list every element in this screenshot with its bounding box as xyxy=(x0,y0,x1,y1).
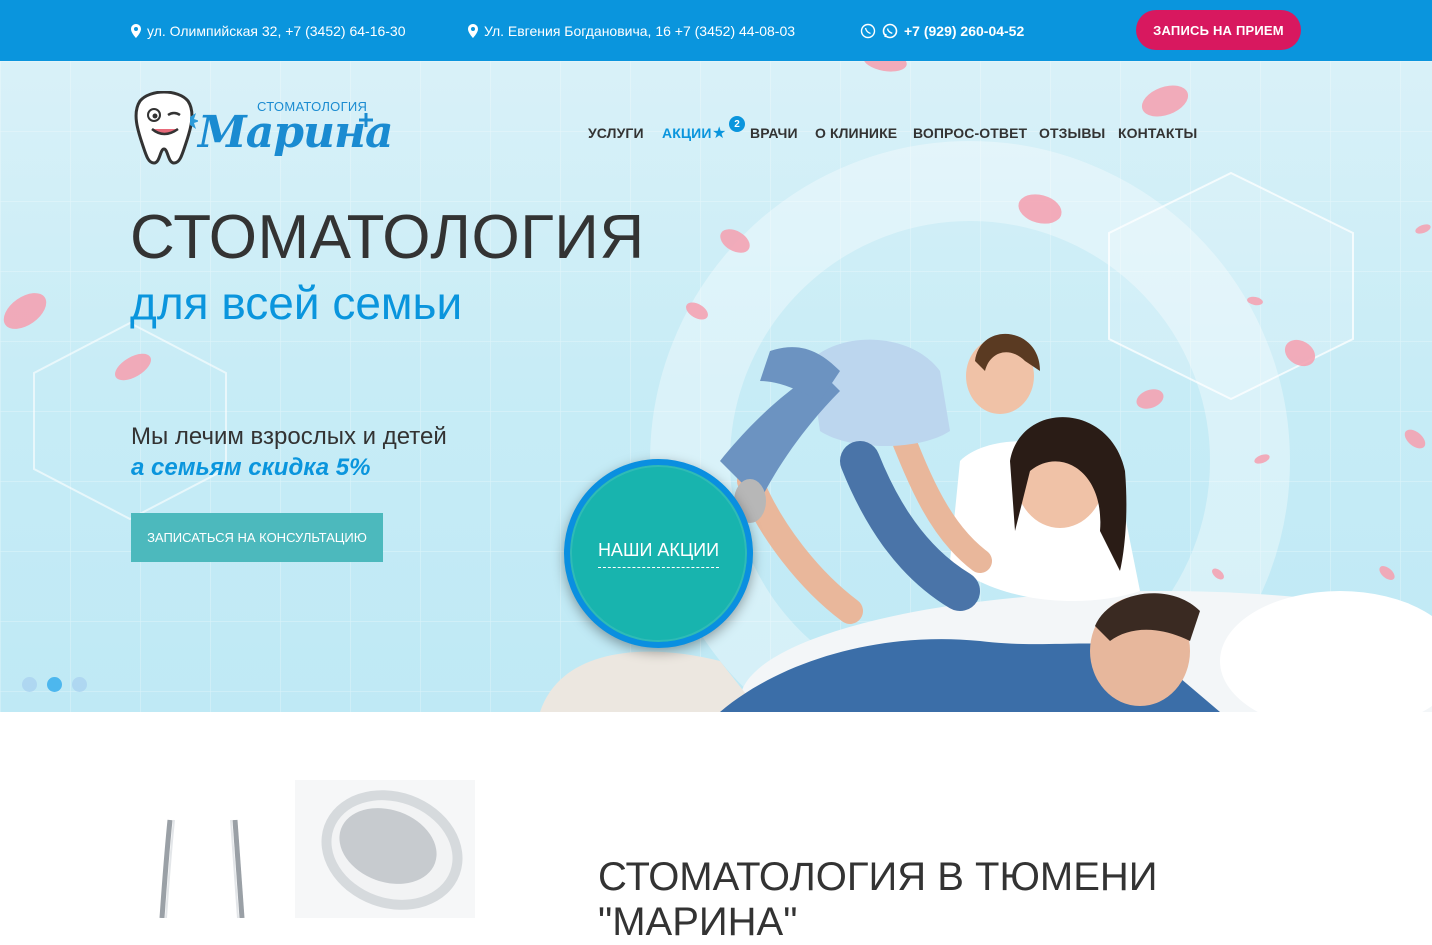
address-1-text: ул. Олимпийская 32, +7 (3452) 64-16-30 xyxy=(147,22,406,39)
address-1[interactable]: ул. Олимпийская 32, +7 (3452) 64-16-30 xyxy=(131,0,406,61)
nav-faq[interactable]: ВОПРОС-ОТВЕТ xyxy=(913,125,1027,141)
phone-text: +7 (929) 260-04-52 xyxy=(904,22,1025,39)
section-title-line2: "МАРИНА" xyxy=(598,900,798,944)
dental-tools-image xyxy=(159,780,475,918)
hero-discount-text: а семьям скидка 5% xyxy=(131,454,371,481)
nav-reviews[interactable]: ОТЗЫВЫ xyxy=(1039,125,1105,141)
address-2[interactable]: Ул. Евгения Богдановича, 16 +7 (3452) 44… xyxy=(468,0,795,61)
nav-about[interactable]: О КЛИНИКЕ xyxy=(815,125,897,141)
nav-contacts[interactable]: КОНТАКТЫ xyxy=(1118,125,1197,141)
phone-link[interactable]: +7 (929) 260-04-52 xyxy=(860,0,1024,61)
whatsapp-icon[interactable] xyxy=(882,23,898,39)
promotions-circle-label: НАШИ АКЦИИ xyxy=(597,540,720,568)
section-title: СТОМАТОЛОГИЯ В ТЮМЕНИ xyxy=(598,855,1158,899)
nav-promotions[interactable]: АКЦИИ xyxy=(662,125,712,141)
viber-icon[interactable] xyxy=(860,23,876,39)
slider-dot[interactable] xyxy=(22,677,37,692)
hero-slider: СТОМАТОЛОГИЯ Марина УСЛУГИ АКЦИИ ★ 2 ВРА… xyxy=(0,61,1432,712)
clinic-logo[interactable]: СТОМАТОЛОГИЯ Марина xyxy=(130,89,394,173)
hero-subtitle: для всей семьи xyxy=(130,277,463,329)
hero-text: Мы лечим взрослых и детей xyxy=(131,423,447,450)
top-bar: ул. Олимпийская 32, +7 (3452) 64-16-30 У… xyxy=(0,0,1432,61)
nav-services[interactable]: УСЛУГИ xyxy=(588,125,644,141)
slider-dot-active[interactable] xyxy=(47,677,62,692)
location-pin-icon xyxy=(131,23,141,38)
tooth-mascot-icon xyxy=(134,91,198,165)
star-icon: ★ xyxy=(712,125,727,142)
location-pin-icon xyxy=(468,23,478,38)
address-2-text: Ул. Евгения Богдановича, 16 +7 (3452) 44… xyxy=(484,22,796,39)
appointment-button[interactable]: ЗАПИСЬ НА ПРИЕМ xyxy=(1136,10,1301,50)
slider-dots xyxy=(22,677,87,692)
promotions-circle-button[interactable]: НАШИ АКЦИИ xyxy=(564,459,753,648)
plus-icon xyxy=(359,113,373,127)
consultation-button[interactable]: ЗАПИСАТЬСЯ НА КОНСУЛЬТАЦИЮ xyxy=(131,513,383,562)
nav-doctors[interactable]: ВРАЧИ xyxy=(750,125,798,141)
promotions-badge: 2 xyxy=(729,116,745,132)
slider-dot[interactable] xyxy=(72,677,87,692)
hero-title: СТОМАТОЛОГИЯ xyxy=(130,203,645,272)
